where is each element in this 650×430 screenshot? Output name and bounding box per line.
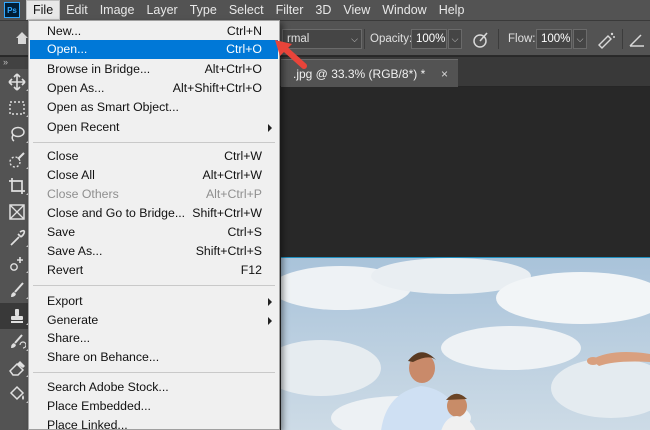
- menu-item-export[interactable]: Export: [30, 292, 278, 311]
- menu-separator: [33, 142, 275, 143]
- menu-item-open[interactable]: Open... Ctrl+O: [30, 40, 278, 59]
- pressure-opacity-icon[interactable]: [472, 31, 490, 49]
- photo-image: [281, 258, 650, 430]
- chevron-down-icon: ⌵: [351, 34, 358, 44]
- menu-item-new[interactable]: New... Ctrl+N: [30, 22, 278, 41]
- menu-item-share[interactable]: Share...: [30, 329, 278, 348]
- menu-item-open-recent[interactable]: Open Recent: [30, 118, 278, 137]
- menu-separator: [33, 285, 275, 286]
- menu-item-place-embedded[interactable]: Place Embedded...: [30, 397, 278, 416]
- menu-filter[interactable]: Filter: [270, 0, 310, 20]
- airbrush-icon[interactable]: [596, 31, 616, 49]
- menu-item-save[interactable]: Save Ctrl+S: [30, 223, 278, 242]
- menu-item-place-linked[interactable]: Place Linked...: [30, 416, 278, 430]
- menu-help[interactable]: Help: [433, 0, 471, 20]
- menu-image[interactable]: Image: [94, 0, 141, 20]
- file-menu-dropdown: New... Ctrl+N Open... Ctrl+O Browse in B…: [28, 20, 280, 430]
- menu-item-close-all[interactable]: Close All Alt+Ctrl+W: [30, 166, 278, 185]
- menu-item-share-on-behance[interactable]: Share on Behance...: [30, 348, 278, 367]
- submenu-arrow-icon: [268, 298, 272, 306]
- menu-separator: [33, 372, 275, 373]
- menu-item-open-as[interactable]: Open As... Alt+Shift+Ctrl+O: [30, 79, 278, 98]
- menu-window[interactable]: Window: [376, 0, 432, 20]
- opacity-input[interactable]: 100%: [411, 29, 447, 49]
- document-tab-title: .jpg @ 33.3% (RGB/8*) *: [293, 67, 426, 81]
- menu-item-save-as[interactable]: Save As... Shift+Ctrl+S: [30, 242, 278, 261]
- submenu-arrow-icon: [268, 124, 272, 132]
- menu-item-close-others: Close Others Alt+Ctrl+P: [47, 187, 262, 201]
- menu-item-close-and-go-to-bridge[interactable]: Close and Go to Bridge... Shift+Ctrl+W: [30, 204, 278, 223]
- angle-icon[interactable]: [628, 31, 646, 49]
- menu-select[interactable]: Select: [223, 0, 270, 20]
- annotation-arrow-icon: [275, 40, 307, 69]
- home-icon[interactable]: [15, 31, 29, 45]
- menu-item-browse-in-bridge[interactable]: Browse in Bridge... Alt+Ctrl+O: [30, 60, 278, 79]
- divider: [622, 29, 623, 49]
- divider: [364, 29, 365, 49]
- menu-item-open-as-smart-object[interactable]: Open as Smart Object...: [30, 98, 278, 117]
- flow-input[interactable]: 100%: [536, 29, 572, 49]
- menu-view[interactable]: View: [337, 0, 376, 20]
- flow-label: Flow:: [508, 33, 536, 45]
- flow-dropdown-icon[interactable]: ⌵: [573, 29, 587, 49]
- photoshop-logo: Ps: [4, 2, 20, 18]
- menu-item-close[interactable]: Close Ctrl+W: [30, 147, 278, 166]
- menu-item-search-adobe-stock[interactable]: Search Adobe Stock...: [30, 378, 278, 397]
- close-icon[interactable]: ×: [441, 60, 448, 88]
- menu-layer[interactable]: Layer: [140, 0, 183, 20]
- menu-bar: Ps File Edit Image Layer Type Select Fil…: [0, 0, 650, 20]
- menu-file[interactable]: File: [26, 0, 61, 20]
- divider: [498, 29, 499, 49]
- opacity-label: Opacity:: [370, 33, 413, 45]
- opacity-dropdown-icon[interactable]: ⌵: [448, 29, 462, 49]
- menu-type[interactable]: Type: [184, 0, 223, 20]
- menu-3d[interactable]: 3D: [309, 0, 337, 20]
- canvas-photo[interactable]: [281, 257, 650, 430]
- menu-edit[interactable]: Edit: [60, 0, 94, 20]
- submenu-arrow-icon: [268, 317, 272, 325]
- menu-item-generate[interactable]: Generate: [30, 311, 278, 330]
- menu-item-revert[interactable]: Revert F12: [30, 261, 278, 280]
